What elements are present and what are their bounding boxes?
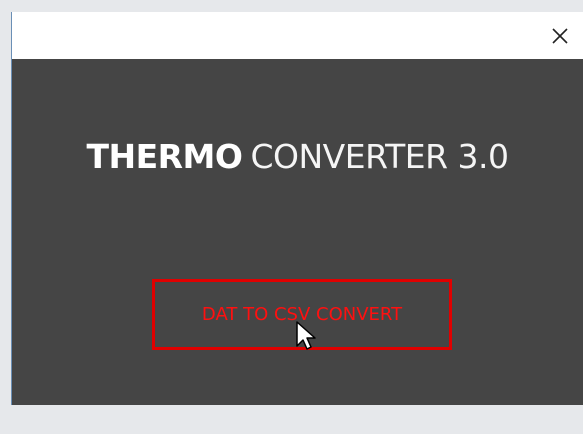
convert-button-label: DAT TO CSV CONVERT xyxy=(201,304,403,325)
app-title-bold: THERMO xyxy=(86,137,243,176)
app-title-light: CONVERTER 3.0 xyxy=(250,137,509,176)
app-title: THERMO CONVERTER 3.0 xyxy=(12,137,583,177)
app-window: THERMO CONVERTER 3.0 DAT TO CSV CONVERT xyxy=(11,12,583,405)
title-bar xyxy=(12,12,583,59)
bottom-strip xyxy=(11,405,583,434)
main-content: THERMO CONVERTER 3.0 DAT TO CSV CONVERT xyxy=(12,59,583,405)
dat-to-csv-convert-button[interactable]: DAT TO CSV CONVERT xyxy=(152,279,452,350)
close-button[interactable] xyxy=(537,12,583,59)
close-icon xyxy=(552,27,568,44)
